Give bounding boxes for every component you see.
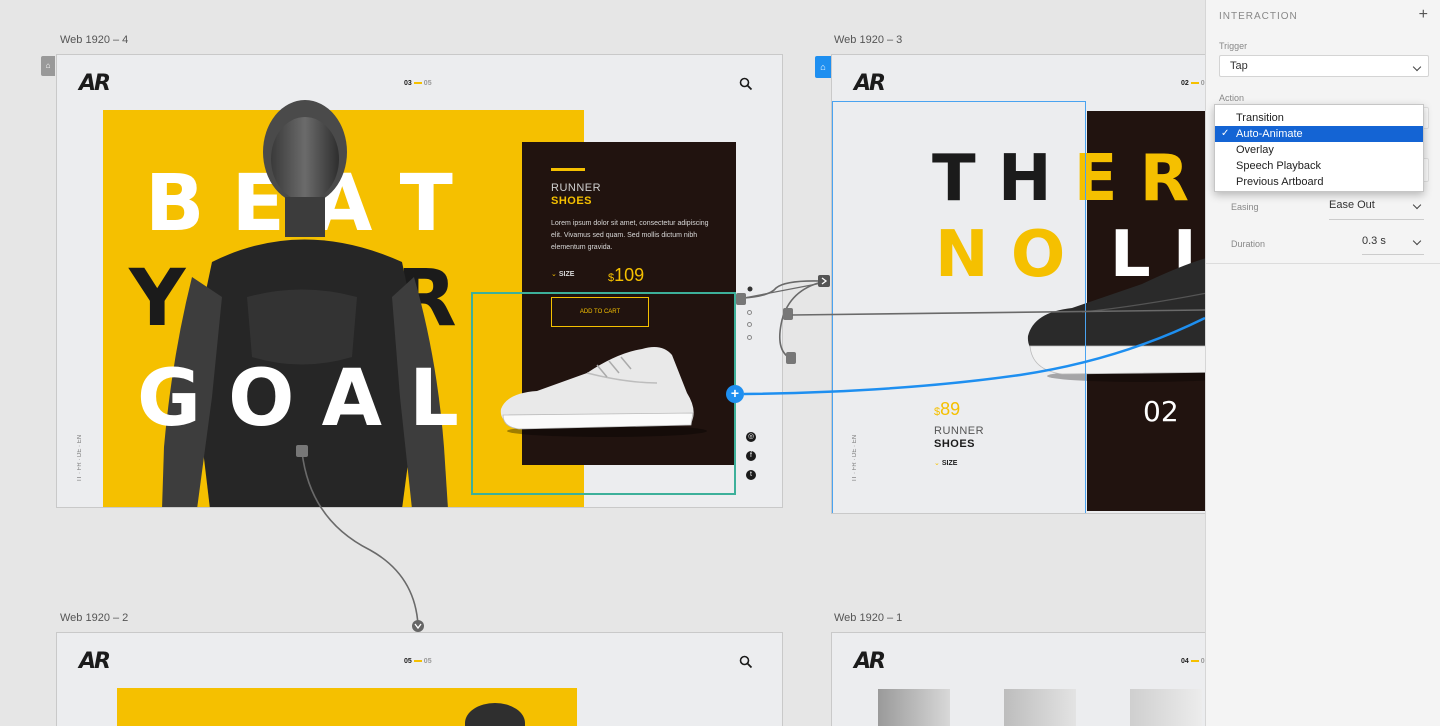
action-option-previous-artboard[interactable]: Previous Artboard	[1215, 174, 1423, 190]
easing-select[interactable]: Ease Out	[1329, 199, 1424, 217]
trigger-label: Trigger	[1219, 41, 1248, 51]
panel-header: INTERACTION	[1219, 11, 1298, 22]
action-option-overlay[interactable]: Overlay	[1215, 142, 1423, 158]
action-option-transition[interactable]: Transition	[1215, 110, 1423, 126]
duration-label: Duration	[1231, 239, 1266, 249]
trigger-select[interactable]: Tap	[1219, 55, 1429, 77]
chevron-down-icon	[1412, 62, 1422, 72]
action-option-auto-animate[interactable]: Auto-Animate	[1215, 126, 1423, 142]
action-label: Action	[1219, 93, 1245, 103]
chevron-down-icon	[1412, 236, 1422, 246]
easing-label: Easing	[1231, 202, 1259, 212]
interaction-panel: INTERACTION + Trigger Tap Action Transit…	[1205, 0, 1440, 726]
design-canvas[interactable]: Web 1920 – 4 ⌂ AR 0305 B E A T Y O U R G…	[0, 0, 1205, 726]
chevron-down-icon	[1412, 200, 1422, 210]
action-dropdown[interactable]: Transition Auto-Animate Overlay Speech P…	[1214, 104, 1424, 192]
duration-select[interactable]: 0.3 s	[1362, 235, 1424, 253]
prototype-wires	[296, 275, 1205, 632]
action-option-speech-playback[interactable]: Speech Playback	[1215, 158, 1423, 174]
add-interaction-icon[interactable]: +	[1419, 6, 1428, 24]
